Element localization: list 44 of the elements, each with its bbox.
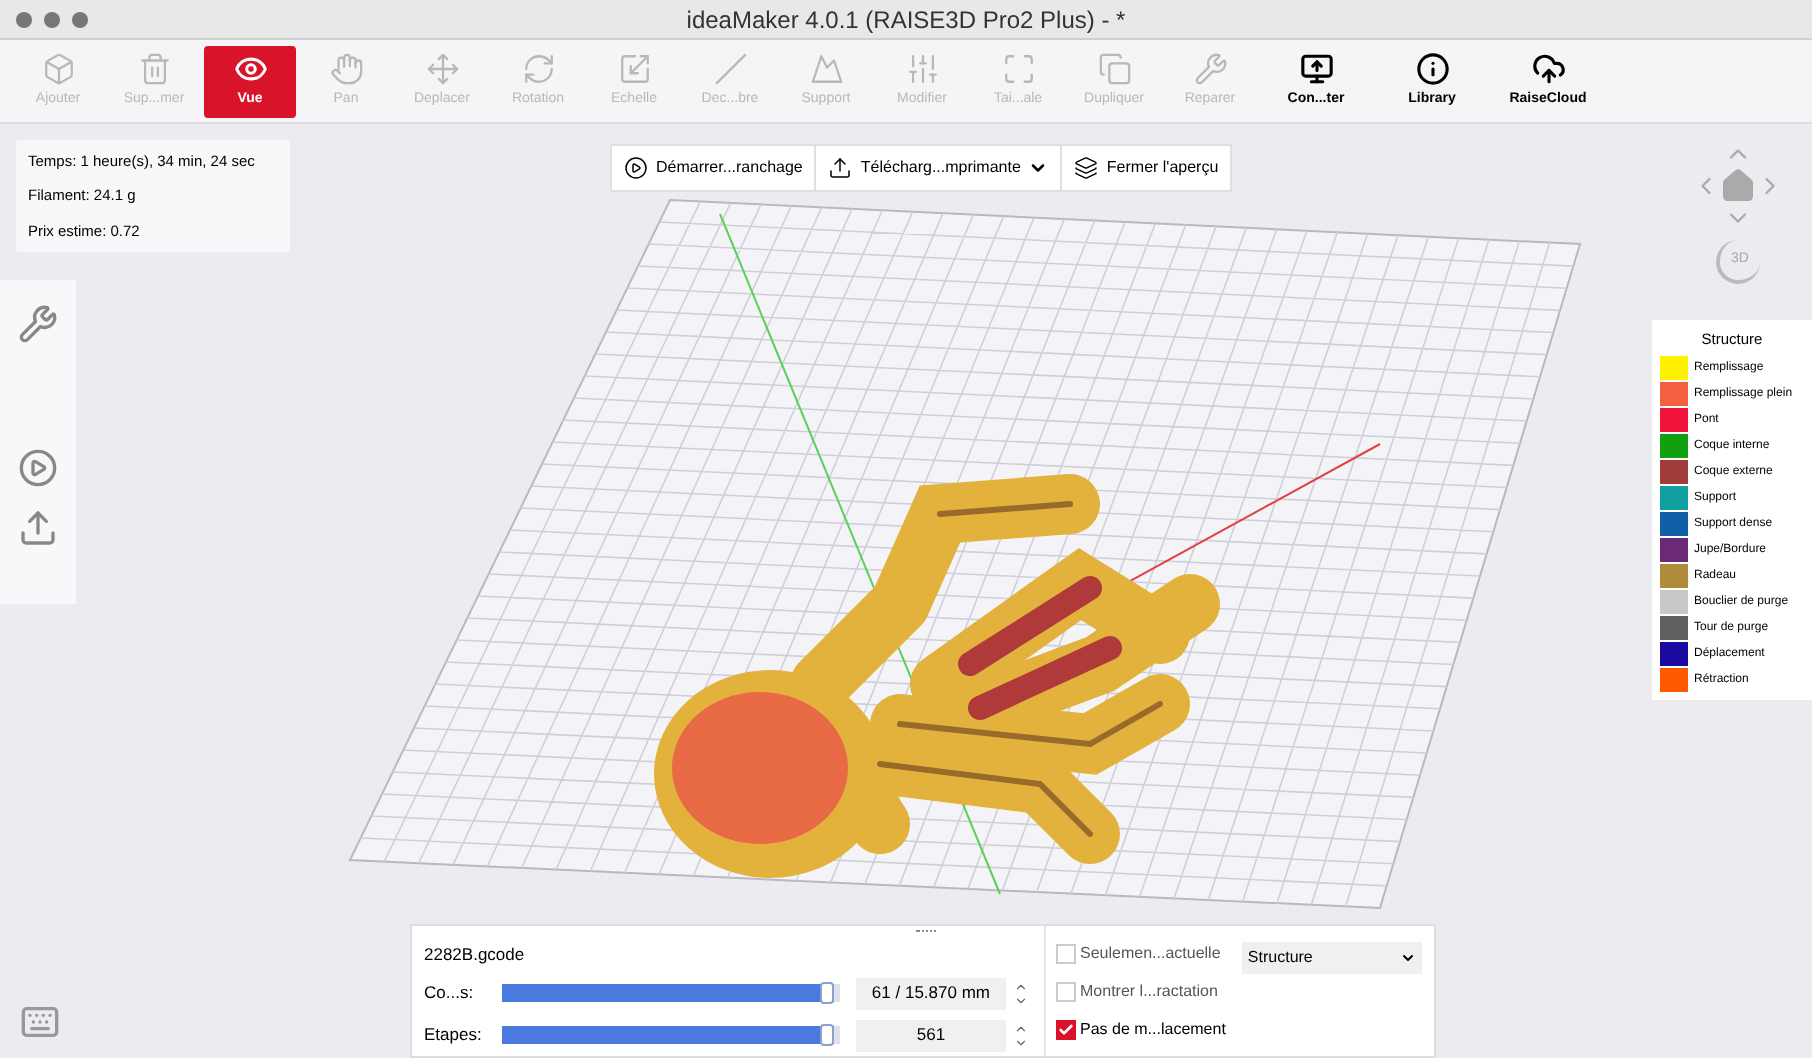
home-icon[interactable]: [1720, 168, 1756, 204]
wrench-icon[interactable]: [18, 304, 58, 344]
trash-icon: [137, 51, 171, 86]
mode-dropdown[interactable]: Structure: [1241, 942, 1422, 974]
spinner-icon[interactable]: [1014, 979, 1028, 1008]
scale-icon: [617, 51, 651, 86]
upload-icon: [828, 156, 853, 180]
checkbox[interactable]: [1056, 1020, 1076, 1040]
checkbox[interactable]: [1056, 982, 1076, 1002]
sliders-icon: [905, 51, 939, 86]
slider-label: Co...s:: [424, 980, 476, 1007]
wrench-icon: [1193, 51, 1227, 86]
spin-field[interactable]: 561: [855, 1019, 1006, 1052]
monitor-icon: [1299, 51, 1333, 86]
slider-label: Etapes:: [424, 1022, 484, 1049]
hand-icon: [329, 51, 363, 86]
layers-icon: [1074, 156, 1099, 180]
play-icon[interactable]: [18, 448, 58, 488]
drag-handle-icon[interactable]: [916, 930, 936, 934]
copy-icon: [1097, 51, 1131, 86]
checkbox[interactable]: [1056, 944, 1076, 964]
keyboard-icon[interactable]: [20, 1002, 60, 1042]
option-checkbox[interactable]: Montrer l...ractation: [1056, 980, 1226, 1004]
slash-icon: [713, 51, 747, 86]
option-checkbox[interactable]: Seulemen...actuelle: [1056, 942, 1226, 966]
action-button[interactable]: Démarrer...ranchage: [612, 146, 815, 190]
move-icon: [425, 51, 459, 86]
spin-field[interactable]: 61 / 15.870 mm: [855, 977, 1006, 1010]
action-button[interactable]: Télécharg...mprimante: [814, 146, 1061, 190]
cloud-upload-icon: [1531, 51, 1565, 86]
caret-icon: [1028, 158, 1049, 178]
maximize-icon: [1001, 51, 1035, 86]
info-icon: [1415, 51, 1449, 86]
upload-icon[interactable]: [18, 508, 58, 548]
file-name: 2282B.gcode: [424, 942, 527, 968]
cube-icon: [41, 51, 75, 86]
option-checkbox[interactable]: Pas de m...lacement: [1056, 1018, 1226, 1042]
action-button[interactable]: Fermer l'aperçu: [1060, 146, 1231, 190]
rotate-icon: [521, 51, 555, 86]
support-icon: [809, 51, 843, 86]
window-title: ideaMaker 4.0.1 (RAISE3D Pro2 Plus) - *: [686, 3, 1126, 37]
spinner-icon[interactable]: [1014, 1021, 1028, 1050]
play-icon: [624, 156, 648, 180]
caret-icon: [1399, 950, 1416, 966]
